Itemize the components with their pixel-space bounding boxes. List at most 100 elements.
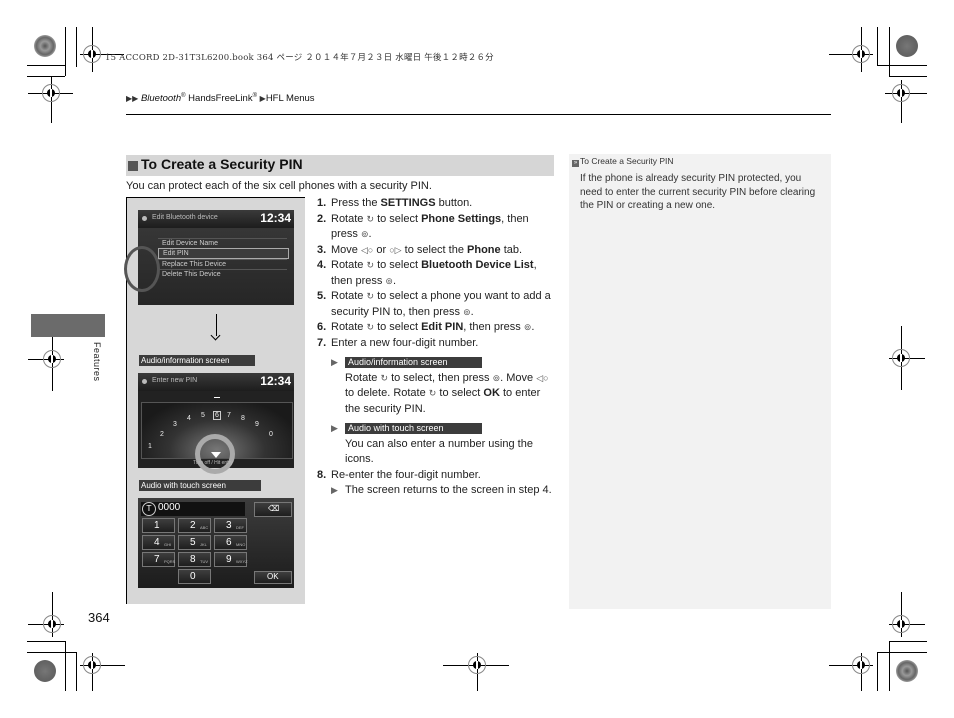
delete-key[interactable]: ⌫ <box>254 502 292 517</box>
phone-antenna-icon: T <box>142 502 156 516</box>
section-heading-bar: To Create a Security PIN <box>126 155 554 176</box>
keypad-key-4[interactable]: 4 GHI <box>142 535 175 550</box>
dial-digit-selected[interactable]: 6 <box>213 411 221 420</box>
step-8: 8. Re-enter the four-digit number. <box>317 468 481 481</box>
keypad-key-0[interactable]: 0 <box>178 569 211 584</box>
dial-digit[interactable]: 2 <box>160 431 164 438</box>
interface-dial-press-icon: ⊚ <box>360 229 369 239</box>
dial-digit[interactable]: 9 <box>255 421 259 428</box>
section-square-icon <box>128 161 138 171</box>
down-triangle-icon <box>211 452 221 458</box>
note-audio-with-touch-screen: ▶ Audio with touch screen You can also e… <box>317 421 557 468</box>
note-touch-text: You can also enter a number using the ic… <box>345 437 533 466</box>
keypad-key-7[interactable]: 7 PQRS <box>142 552 175 567</box>
dial-digit[interactable]: 4 <box>187 415 191 422</box>
keypad-key-1[interactable]: 1 <box>142 518 175 533</box>
note-arrow-icon: ▶ <box>331 485 338 495</box>
dial-digit[interactable]: 8 <box>241 415 245 422</box>
note-label-touch: Audio with touch screen <box>345 423 482 434</box>
caption-audio-with-touch-screen: Audio with touch screen <box>139 480 261 491</box>
registration-mark-icon <box>43 350 61 368</box>
menu-item-edit-pin[interactable]: Edit PIN <box>158 248 289 259</box>
caption-audio-information-screen: Audio/information screen <box>139 355 255 366</box>
interface-dial-left-icon: ◁○ <box>360 244 374 255</box>
menu-item-edit-device-name[interactable]: Edit Device Name <box>158 238 287 248</box>
keypad-key-2[interactable]: 2 ABC <box>178 518 211 533</box>
interface-dial-rotate-icon: ↻ <box>366 291 375 301</box>
interface-dial-rotate-icon: ↻ <box>380 372 389 383</box>
pin-entry-field[interactable]: T 0000 <box>141 502 245 516</box>
dial-footer-hint: Turn off / Hit entry <box>193 460 233 466</box>
interface-dial-rotate-icon: ↻ <box>366 260 375 270</box>
registration-mark-icon <box>42 84 60 102</box>
side-tab-label: Features <box>92 342 102 382</box>
keypad-key-8[interactable]: 8 TUV <box>178 552 211 567</box>
breadcrumb-arrow-icon: ▶▶ <box>126 94 139 104</box>
note-arrow-icon: ▶ <box>331 423 338 433</box>
registration-mark-icon <box>468 656 486 674</box>
interface-dial-press-icon: ⊚ <box>385 275 393 286</box>
backspace-icon: ⌫ <box>268 504 280 513</box>
breadcrumb-item-hfl-menus[interactable]: HFL Menus <box>266 93 315 104</box>
header-rule <box>126 114 831 115</box>
arrow-down-icon <box>216 314 217 336</box>
step-2: 2. Rotate ↻ to select Phone Settings, the… <box>317 212 557 243</box>
interface-dial-press-icon: ⊚ <box>492 372 501 383</box>
keypad-key-5[interactable]: 5 JKL <box>178 535 211 550</box>
registration-disc-icon <box>896 660 918 682</box>
keypad-key-3[interactable]: 3 DEF <box>214 518 247 533</box>
sidebar-note-title-text: To Create a Security PIN <box>580 156 674 166</box>
print-header: 15 ACCORD 2D-31T3L6200.book 364 ページ ２０１４… <box>105 53 494 63</box>
breadcrumb-item-bluetooth-italic[interactable]: Bluetooth <box>141 93 181 104</box>
steps-list: 1. Press the SETTINGS button. 2. Rotate ↻ … <box>317 196 557 499</box>
registration-mark-icon <box>83 656 101 674</box>
screen-title-bar: Enter new PIN 12:34 <box>138 373 294 391</box>
dial-digit[interactable]: 0 <box>269 431 273 438</box>
screen-title-bar: Edit Bluetooth device 12:34 <box>138 210 294 228</box>
figure-panel: Edit Bluetooth device 12:34 Edit Device … <box>124 197 305 604</box>
note-audio-information-screen: ▶ Audio/information screen Rotate ↻ to s… <box>331 357 549 415</box>
note-label-audio: Audio/information screen <box>345 357 482 368</box>
interface-dial-left-icon: ◁○ <box>536 372 549 383</box>
registration-mark-icon <box>852 656 870 674</box>
page-number: 364 <box>88 610 110 625</box>
cross-reference-icon: » <box>572 160 579 167</box>
phone-icon <box>142 216 147 221</box>
ok-key[interactable]: OK <box>254 571 292 584</box>
section-tab-marker <box>31 314 105 337</box>
step-5: 5. Rotate ↻ to select a phone you want to… <box>317 289 557 320</box>
step-1: 1. Press the SETTINGS button. <box>317 197 473 209</box>
interface-dial-rotate-icon: ↻ <box>366 322 375 332</box>
registration-mark-icon <box>892 615 910 633</box>
dial-digit[interactable]: 7 <box>227 412 231 419</box>
note-step-8: ▶ The screen returns to the screen in st… <box>317 483 557 499</box>
section-intro: You can protect each of the six cell pho… <box>126 180 432 192</box>
interface-dial-press-icon: ⊚ <box>463 306 471 317</box>
dial-digit[interactable]: 3 <box>173 421 177 428</box>
dial-digit[interactable]: 5 <box>201 412 205 419</box>
menu-item-delete-this-device[interactable]: Delete This Device <box>158 269 287 279</box>
breadcrumb-item-bluetooth[interactable]: HandsFreeLink <box>186 93 252 104</box>
phone-icon <box>142 379 147 384</box>
keypad-key-6[interactable]: 6 MNO <box>214 535 247 550</box>
keypad-key-9[interactable]: 9 WXYZ <box>214 552 248 567</box>
pin-entry-value: 0000 <box>158 502 181 513</box>
sidebar-note-body: If the phone is already security PIN pro… <box>580 173 816 211</box>
breadcrumb: ▶▶ Bluetooth® HandsFreeLink® ▶HFL Menus <box>126 93 315 105</box>
screen-edit-bluetooth-device: Edit Bluetooth device 12:34 Edit Device … <box>124 210 294 305</box>
step-3: 3. Move ◁○ or ○▷ to select the Phone tab. <box>317 243 557 259</box>
pin-cursor <box>214 397 220 398</box>
step-4: 4. Rotate ↻ to select Bluetooth Device Li… <box>317 258 557 289</box>
screen-title: Edit Bluetooth device <box>152 214 218 221</box>
registration-mark-icon <box>852 45 870 63</box>
registration-mark-icon <box>83 45 101 63</box>
screen-touch-keypad: T 0000 ⌫ 1 2 ABC 3 DEF 4 GHI 5 JKL 6 MNO 7 PQR… <box>138 498 294 588</box>
registration-mark-icon <box>43 615 61 633</box>
dial-digit[interactable]: 1 <box>148 443 152 450</box>
step-6: 6. Rotate ↻ to select Edit PIN, then pres… <box>317 320 557 336</box>
menu-item-replace-this-device[interactable]: Replace This Device <box>158 259 287 269</box>
interface-dial-right-icon: ○▷ <box>389 244 402 255</box>
interface-dial-rotate-icon: ↻ <box>366 213 375 224</box>
registration-disc-icon <box>34 660 56 682</box>
section-title: To Create a Security PIN <box>141 156 303 172</box>
